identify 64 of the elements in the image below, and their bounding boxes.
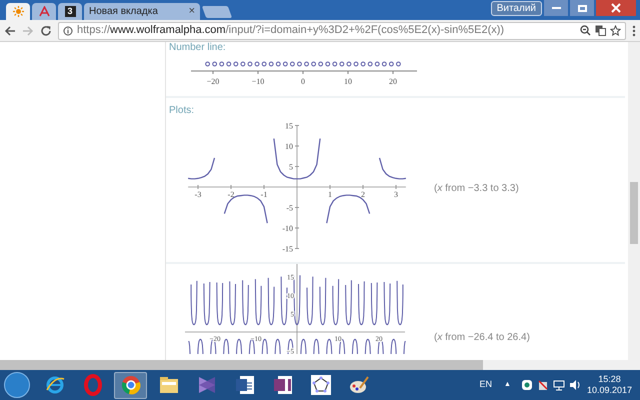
browser-tab[interactable]: Новая вкладка × [84,3,200,20]
tick-label: 3 [394,190,398,199]
document-icon [234,374,256,396]
vertical-scrollbar[interactable] [628,42,640,360]
speaker-icon[interactable] [568,379,581,391]
tick-label: -5 [286,204,293,212]
minimize-button[interactable] [544,0,568,16]
folder-icon [158,374,180,396]
notebook-icon [272,374,294,396]
opera-icon [82,374,104,396]
range-note: (x from −26.4 to 26.4) [434,331,530,345]
browser-tab[interactable] [32,3,56,20]
tick-label: 2 [361,190,365,199]
tick-label: 5 [289,162,293,172]
close-tab-button[interactable]: × [188,6,195,17]
network-icon[interactable] [552,379,565,391]
sun-icon [12,6,24,17]
polygon-icon [310,374,332,396]
tick-label: 10 [344,77,352,86]
tick-label: −20 [206,77,220,86]
logo-icon [38,6,50,17]
address-bar[interactable]: https://www.wolframalpha.com/input/?i=domain+y%3D2+%2F(cos%5E2(x)-sin%5E2(x)) [58,22,626,40]
horizontal-scrollbar[interactable] [0,360,640,370]
palette-icon [348,374,370,396]
tick-label: 1 [328,190,332,199]
range-note: (x from −3.3 to 3.3) [434,182,519,196]
tick-label: −10 [252,77,264,86]
section-label: Number line: [169,42,226,53]
tick-label: -2 [228,190,234,199]
language-indicator[interactable]: EN [480,378,492,392]
tick-label: -10 [282,224,293,233]
reload-icon[interactable] [40,24,52,36]
taskbar-button[interactable] [114,372,147,398]
info-icon[interactable] [63,26,73,36]
menu-icon[interactable] [632,24,636,36]
scrollbar-thumb[interactable] [0,360,483,370]
tray-app-icon[interactable] [520,379,533,391]
tick-label: 0 [301,77,305,86]
tick-label: 10 [285,142,293,151]
close-icon [611,3,621,13]
browser-tab[interactable]: 3 [58,3,82,20]
tick-label: -15 [282,244,293,254]
start-button[interactable] [4,372,30,398]
chrome-icon [120,374,142,396]
back-icon[interactable] [4,24,16,36]
tick-label: -3 [194,190,202,199]
scrollbar-thumb[interactable] [630,182,638,244]
close-button[interactable] [596,0,636,16]
clock-date[interactable]: 10.09.2017 [586,385,632,396]
section-label: Plots: [169,105,196,117]
tick-label: 20 [389,77,397,86]
tick-label: -1 [260,190,268,199]
maximize-icon [578,4,586,12]
ie-icon [44,374,66,396]
maximize-button[interactable] [570,0,594,16]
profile-button[interactable]: Виталий [490,1,542,16]
tick-label: 15 [285,122,293,130]
new-tab-button[interactable] [202,6,232,18]
zoom-icon[interactable] [580,25,591,36]
logo-icon: 3 [64,6,76,17]
clock-time[interactable]: 15:28 [598,374,621,385]
url-text: https://www.wolframalpha.com/input/?i=domain+y%3D2+%2F(cos%5E2(x)-sin%5E2(x)) [77,23,506,38]
star-icon[interactable] [610,25,621,36]
minimize-icon [552,7,560,9]
